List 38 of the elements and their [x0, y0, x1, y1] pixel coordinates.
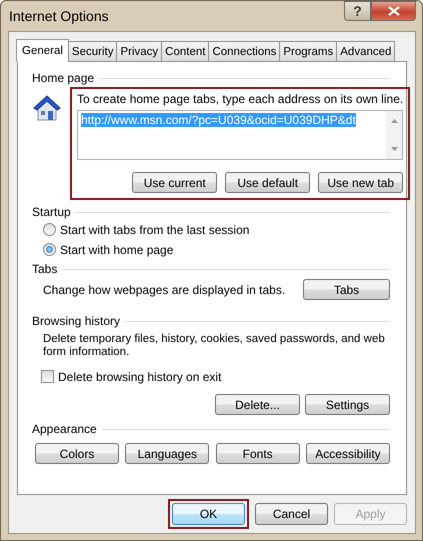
group-label: Appearance	[32, 422, 97, 436]
push-button[interactable]: Fonts	[216, 443, 300, 464]
tab[interactable]: General	[16, 39, 69, 62]
scroll-down-icon[interactable]	[390, 147, 398, 151]
radio-option[interactable]: Start with home page	[43, 240, 390, 259]
radio-option[interactable]: Start with tabs from the last session	[43, 220, 390, 239]
tab[interactable]: Programs	[279, 41, 338, 61]
house-icon	[32, 93, 62, 123]
push-button[interactable]: Use current	[132, 172, 218, 193]
group-label: Browsing history	[32, 314, 120, 328]
push-button[interactable]: Languages	[125, 443, 210, 464]
window-title: Internet Options	[9, 8, 109, 24]
tab[interactable]: Content	[161, 41, 210, 61]
tab[interactable]: Privacy	[116, 41, 162, 61]
instruction-text: To create home page tabs, type each address on its own line.	[77, 92, 404, 106]
push-button[interactable]: Settings	[305, 394, 390, 415]
group-label: Startup	[32, 205, 71, 219]
dialog-button[interactable]: Cancel	[255, 503, 328, 525]
dialog-button[interactable]: OK	[172, 503, 245, 525]
close-button[interactable]	[371, 1, 416, 21]
scroll-up-icon[interactable]	[390, 119, 398, 123]
checkbox-option[interactable]: Delete browsing history on exit	[41, 367, 390, 386]
tabs-button[interactable]: Tabs	[303, 279, 390, 300]
help-button[interactable]: ?	[344, 1, 371, 21]
close-icon	[388, 6, 400, 16]
tab[interactable]: Connections	[208, 41, 280, 61]
push-button[interactable]: Colors	[35, 443, 119, 464]
push-button[interactable]: Use new tab	[318, 172, 404, 193]
scrollbar[interactable]	[386, 111, 402, 159]
group-label: Tabs	[32, 262, 58, 276]
description-text: Delete temporary files, history, cookies, saved passwords, and web form information.	[43, 333, 386, 359]
tab[interactable]: Advanced	[336, 41, 396, 61]
push-button[interactable]: Accessibility	[306, 443, 390, 464]
push-button[interactable]: Delete...	[215, 394, 300, 415]
group-label: Home page	[32, 71, 94, 85]
tab[interactable]: Security	[68, 41, 118, 61]
push-button[interactable]: Use default	[225, 172, 310, 193]
description-text: Change how webpages are displayed in tabs.	[43, 282, 286, 296]
